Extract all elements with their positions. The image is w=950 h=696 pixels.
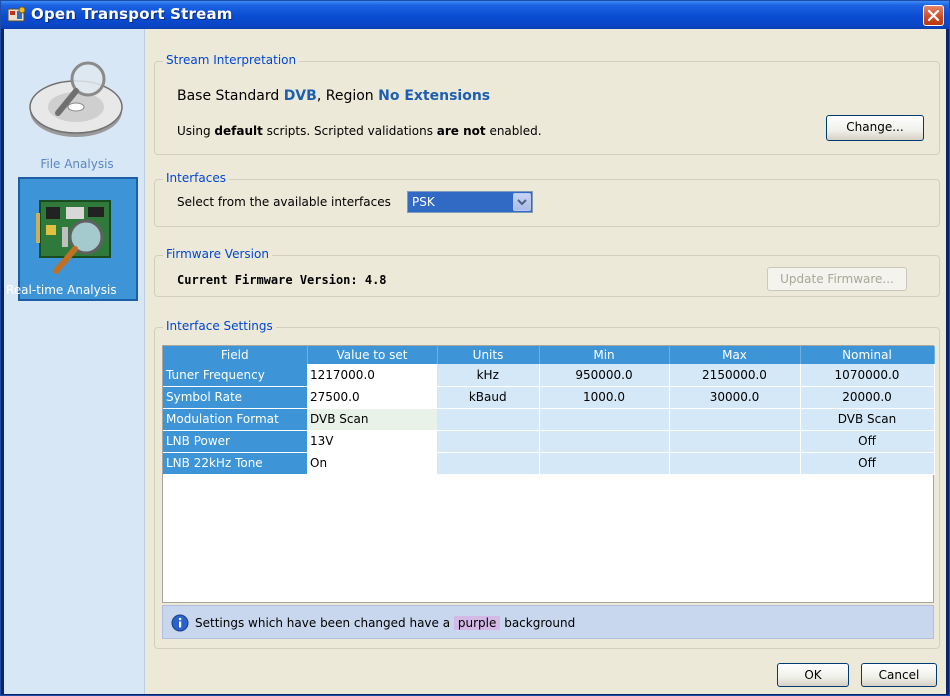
cancel-button[interactable]: Cancel [861, 663, 937, 687]
table-header-row: Field Value to set Units Min Max Nominal [163, 346, 935, 364]
change-button[interactable]: Change... [826, 115, 924, 141]
min-cell [539, 452, 670, 475]
table-row: LNB 22kHz Tone On Off [163, 452, 935, 475]
scripts-pre: Using [177, 124, 215, 138]
scripts-not-enabled: are not [436, 124, 486, 138]
info-text: Settings which have been changed have a … [195, 616, 575, 630]
nominal-cell: 20000.0 [800, 386, 935, 409]
base-standard-line: Base Standard DVB, Region No Extensions [177, 88, 490, 104]
field-cell: Symbol Rate [163, 386, 307, 409]
max-cell: 30000.0 [669, 386, 801, 409]
column-header[interactable]: Field [163, 346, 308, 364]
min-cell [539, 430, 670, 453]
sidebar-item-label: File Analysis [40, 157, 114, 171]
max-cell [669, 408, 801, 431]
units-cell: kBaud [437, 386, 540, 409]
min-cell [539, 408, 670, 431]
chevron-down-icon [517, 199, 527, 206]
close-button[interactable] [923, 5, 944, 26]
dialog-window: Open Transport Stream File Analysis Real… [0, 0, 950, 696]
min-cell: 1000.0 [539, 386, 670, 409]
scripts-post: enabled. [485, 124, 542, 138]
units-cell: kHz [437, 364, 540, 387]
scripts-mid: scripts. Scripted validations [262, 124, 437, 138]
group-title: Interface Settings [163, 319, 276, 333]
table-row: LNB Power 13V Off [163, 430, 935, 453]
max-cell [669, 430, 801, 453]
purple-swatch-label: purple [453, 616, 501, 630]
max-cell: 2150000.0 [669, 364, 801, 387]
field-cell: Modulation Format [163, 408, 307, 431]
dropdown-button[interactable] [513, 193, 531, 211]
interface-select[interactable]: PSK [407, 191, 533, 213]
group-title: Stream Interpretation [163, 53, 300, 67]
nominal-cell: DVB Scan [800, 408, 935, 431]
table-row: Tuner Frequency 1217000.0 kHz 950000.0 2… [163, 364, 935, 387]
field-cell: LNB Power [163, 430, 307, 453]
app-icon [7, 6, 26, 22]
magnifier-disc-icon [29, 61, 123, 137]
info-icon [171, 614, 189, 632]
mode-sidebar: File Analysis Real-time Analysis [4, 29, 145, 694]
value-cell[interactable]: On [307, 452, 437, 475]
title-bar[interactable]: Open Transport Stream [1, 1, 949, 29]
units-cell [437, 408, 540, 431]
value-cell[interactable]: 13V [307, 430, 437, 453]
value-cell[interactable]: 27500.0 [307, 386, 437, 409]
close-icon [927, 9, 940, 22]
field-cell: LNB 22kHz Tone [163, 452, 307, 475]
value-cell[interactable]: 1217000.0 [307, 364, 437, 387]
min-cell: 950000.0 [539, 364, 670, 387]
group-title: Firmware Version [163, 247, 272, 261]
interfaces-group: Interfaces Select from the available int… [154, 171, 940, 227]
units-cell [437, 430, 540, 453]
column-header[interactable]: Value to set [307, 346, 438, 364]
sidebar-item-file-analysis[interactable]: File Analysis [18, 51, 136, 171]
nominal-cell: Off [800, 430, 935, 453]
column-header[interactable]: Min [539, 346, 670, 364]
stream-interpretation-group: Stream Interpretation Base Standard DVB,… [154, 53, 940, 155]
info-text-pre: Settings which have been changed have a [195, 616, 454, 630]
main-panel: Stream Interpretation Base Standard DVB,… [145, 29, 946, 694]
info-bar: Settings which have been changed have a … [162, 605, 934, 639]
interface-settings-group: Interface Settings Field Value to set Un… [154, 319, 940, 649]
interface-selected-value: PSK [412, 195, 435, 209]
interfaces-label: Select from the available interfaces [177, 195, 391, 209]
sidebar-item-label: Real-time Analysis [6, 283, 117, 297]
table-row: Modulation Format DVB Scan DVB Scan [163, 408, 935, 431]
window-title: Open Transport Stream [31, 5, 233, 23]
region-value: No Extensions [378, 88, 491, 104]
base-prefix: Base Standard [177, 88, 284, 104]
sidebar-item-realtime-analysis[interactable]: Real-time Analysis [6, 177, 138, 301]
field-cell: Tuner Frequency [163, 364, 307, 387]
scripts-status-line: Using default scripts. Scripted validati… [177, 124, 542, 138]
group-title: Interfaces [163, 171, 229, 185]
current-firmware-version: Current Firmware Version: 4.8 [177, 273, 387, 287]
info-text-post: background [500, 616, 576, 630]
update-firmware-button[interactable]: Update Firmware... [767, 267, 907, 291]
column-header[interactable]: Units [437, 346, 540, 364]
max-cell [669, 452, 801, 475]
region-prefix: , Region [316, 88, 379, 104]
table-row: Symbol Rate 27500.0 kBaud 1000.0 30000.0… [163, 386, 935, 409]
firmware-group: Firmware Version Current Firmware Versio… [154, 247, 940, 297]
settings-table-container[interactable]: Field Value to set Units Min Max Nominal… [162, 345, 935, 603]
settings-table: Field Value to set Units Min Max Nominal… [163, 346, 935, 475]
column-header[interactable]: Max [669, 346, 801, 364]
dialog-client: File Analysis Real-time Analysis Stream … [4, 29, 946, 694]
scripts-default: default [214, 124, 263, 138]
nominal-cell: 1070000.0 [800, 364, 935, 387]
ok-button[interactable]: OK [777, 663, 849, 687]
circuit-board-magnifier-icon [36, 200, 111, 274]
units-cell [437, 452, 540, 475]
nominal-cell: Off [800, 452, 935, 475]
base-standard-value: DVB [283, 88, 317, 104]
value-cell[interactable]: DVB Scan [307, 408, 437, 431]
column-header[interactable]: Nominal [800, 346, 935, 364]
